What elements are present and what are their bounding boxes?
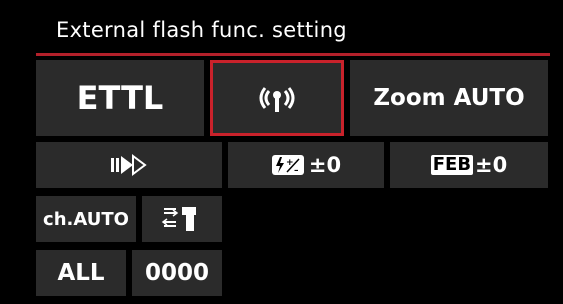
- wireless-antenna-icon: [247, 78, 307, 118]
- wireless-function-cell[interactable]: [210, 60, 344, 136]
- group-cell[interactable]: ALL: [36, 250, 126, 296]
- zoom-cell[interactable]: Zoom AUTO: [350, 60, 548, 136]
- group-label: ALL: [57, 260, 105, 286]
- page-title: External flash func. setting: [56, 18, 347, 42]
- title-underline: [36, 53, 550, 56]
- zoom-label: Zoom AUTO: [373, 85, 525, 111]
- wireless-id-cell[interactable]: 0000: [132, 250, 222, 296]
- flash-settings-screen: External flash func. setting ETTL Zoom A…: [0, 0, 563, 304]
- svg-text:–: –: [294, 166, 299, 176]
- flash-exposure-comp-cell[interactable]: + – ±0: [228, 142, 384, 188]
- title-bar: External flash func. setting: [36, 14, 550, 56]
- flash-mode-cell[interactable]: ETTL: [36, 60, 204, 136]
- sync-mode-cell[interactable]: [36, 142, 222, 188]
- flash-exposure-comp-icon: + –: [271, 154, 305, 176]
- flash-mode-label: ETTL: [76, 79, 164, 117]
- channel-cell[interactable]: ch.AUTO: [36, 196, 136, 242]
- feb-value: ±0: [475, 153, 508, 177]
- channel-label: ch.AUTO: [43, 208, 129, 230]
- high-speed-sync-icon: [107, 153, 151, 177]
- flash-exposure-comp-value: ±0: [308, 153, 342, 177]
- feb-cell[interactable]: FEB ±0: [390, 142, 548, 188]
- feb-badge: FEB: [430, 154, 474, 175]
- wireless-id-label: 0000: [144, 260, 209, 286]
- wireless-transmission-icon: [160, 204, 204, 234]
- wireless-transmission-cell[interactable]: [142, 196, 222, 242]
